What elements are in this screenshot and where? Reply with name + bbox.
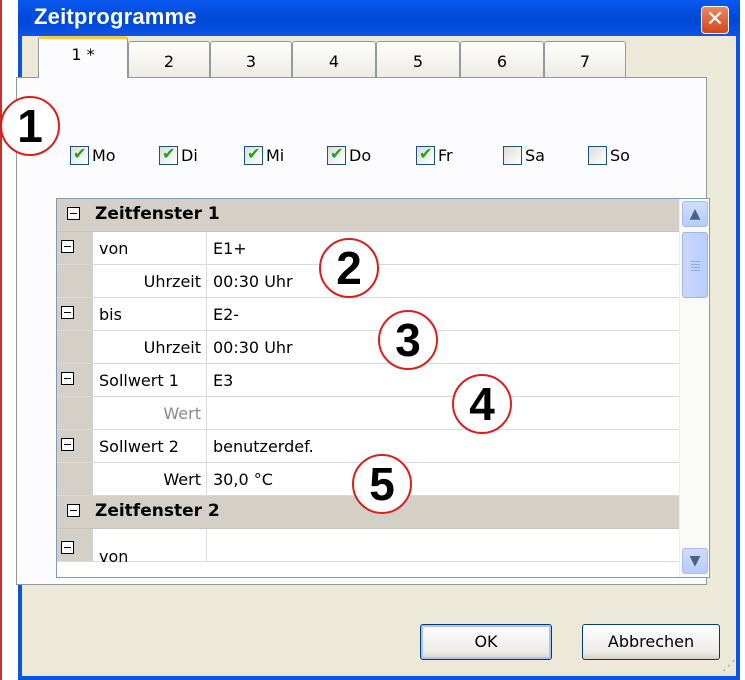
row-gutter xyxy=(57,265,93,297)
checkbox-label: Fr xyxy=(438,146,453,165)
tab-label: 5 xyxy=(412,52,424,71)
callout-5: 5 xyxy=(352,454,412,514)
tab-label: 7 xyxy=(579,52,591,71)
window-title: Zeitprogramme xyxy=(34,4,197,29)
collapse-icon[interactable] xyxy=(67,207,80,220)
property-name: Wert xyxy=(93,397,207,429)
checkbox-box[interactable]: ✔ xyxy=(327,144,346,165)
callout-1: 1 xyxy=(0,96,60,156)
grid-row[interactable]: Sollwert 1 E3 xyxy=(57,364,679,397)
callout-3: 3 xyxy=(378,310,438,370)
checkmark-icon: ✔ xyxy=(247,144,261,163)
checkmark-icon: ✔ xyxy=(419,144,433,163)
property-value[interactable]: E2- xyxy=(213,298,239,331)
thumb-grip xyxy=(691,264,700,265)
checkmark-icon: ✔ xyxy=(162,144,176,163)
ok-button[interactable]: OK xyxy=(420,624,552,660)
grid-row[interactable]: von xyxy=(57,529,679,566)
tab-label: 4 xyxy=(328,52,340,71)
checkbox-label: Di xyxy=(181,146,198,165)
property-value[interactable]: 00:30 Uhr xyxy=(213,331,293,364)
tab-4[interactable]: 4 xyxy=(292,41,376,77)
scroll-down-button[interactable]: ▼ xyxy=(682,548,708,574)
resize-grip-icon[interactable]: ⋰ xyxy=(722,656,740,676)
thumb-grip xyxy=(691,270,700,271)
property-value[interactable]: E3 xyxy=(213,364,233,397)
thumb-grip xyxy=(691,261,700,262)
collapse-icon[interactable] xyxy=(67,504,80,517)
checkbox-label: So xyxy=(610,146,630,165)
scroll-thumb[interactable] xyxy=(682,232,708,298)
grid-row[interactable]: Uhrzeit 00:30 Uhr xyxy=(57,331,679,364)
collapse-icon[interactable] xyxy=(61,306,74,319)
close-button[interactable]: ✕ xyxy=(701,6,729,34)
checkmark-icon: ✔ xyxy=(73,144,87,163)
row-gutter xyxy=(57,331,93,363)
tab-2[interactable]: 2 xyxy=(128,41,210,77)
property-name: Sollwert 2 xyxy=(93,430,207,462)
property-name: von xyxy=(93,232,207,264)
checkbox-label: Do xyxy=(349,146,372,165)
property-grid[interactable]: Zeitfenster 1 von E1+ Uhrzeit 00:30 Uhr … xyxy=(56,198,710,578)
callout-2: 2 xyxy=(319,238,379,298)
property-value[interactable]: 00:30 Uhr xyxy=(213,265,293,298)
tab-label: 6 xyxy=(496,52,508,71)
checkbox-label: Sa xyxy=(525,146,545,165)
tab-1[interactable]: 1 * xyxy=(38,36,128,78)
property-name: Uhrzeit xyxy=(93,331,207,363)
cancel-button[interactable]: Abbrechen xyxy=(582,624,720,660)
callout-4: 4 xyxy=(452,374,512,434)
property-value[interactable]: benutzerdef. xyxy=(213,430,314,463)
collapse-icon[interactable] xyxy=(61,240,74,253)
thumb-grip xyxy=(691,267,700,268)
page-border-line xyxy=(0,0,2,680)
checkbox-box[interactable] xyxy=(503,146,522,165)
checkbox-box[interactable]: ✔ xyxy=(70,144,89,165)
tab-3[interactable]: 3 xyxy=(210,41,292,77)
close-icon: ✕ xyxy=(705,7,725,32)
property-name: Uhrzeit xyxy=(93,265,207,297)
collapse-icon[interactable] xyxy=(61,372,74,385)
grid-row[interactable]: bis E2- xyxy=(57,298,679,331)
tab-6[interactable]: 6 xyxy=(460,41,544,77)
title-bar[interactable]: Zeitprogramme ✕ xyxy=(18,0,740,36)
tab-label: 3 xyxy=(245,52,257,71)
tab-7[interactable]: 7 xyxy=(544,41,626,77)
scroll-up-button[interactable]: ▲ xyxy=(682,201,708,227)
group-title: Zeitfenster 1 xyxy=(95,204,220,224)
arrow-up-icon: ▲ xyxy=(689,206,701,222)
checkbox-box[interactable]: ✔ xyxy=(159,144,178,165)
checkbox-label: Mi xyxy=(266,146,285,165)
row-gutter xyxy=(57,397,93,429)
checkbox-box[interactable]: ✔ xyxy=(416,144,435,165)
tab-label: 1 * xyxy=(71,45,95,64)
checkbox-box[interactable]: ✔ xyxy=(244,144,263,165)
property-value[interactable]: E1+ xyxy=(213,232,247,265)
checkbox-box[interactable] xyxy=(588,146,607,165)
tab-5[interactable]: 5 xyxy=(376,41,460,77)
checkmark-icon: ✔ xyxy=(330,144,344,163)
property-value[interactable]: 30,0 °C xyxy=(213,463,273,496)
arrow-down-icon: ▼ xyxy=(689,553,701,569)
property-name: Sollwert 1 xyxy=(93,364,207,396)
grid-group-header[interactable]: Zeitfenster 1 xyxy=(57,199,679,232)
property-name: von xyxy=(93,529,207,566)
grid-row: Wert xyxy=(57,397,679,430)
collapse-icon[interactable] xyxy=(61,438,74,451)
tab-label: 2 xyxy=(163,52,175,71)
group-title: Zeitfenster 2 xyxy=(95,501,220,521)
vertical-scrollbar[interactable]: ▲ ▼ xyxy=(679,199,709,577)
property-name: Wert xyxy=(93,463,207,495)
checkbox-label: Mo xyxy=(92,146,116,165)
collapse-icon[interactable] xyxy=(61,541,74,554)
property-name: bis xyxy=(93,298,207,330)
row-gutter xyxy=(57,463,93,495)
